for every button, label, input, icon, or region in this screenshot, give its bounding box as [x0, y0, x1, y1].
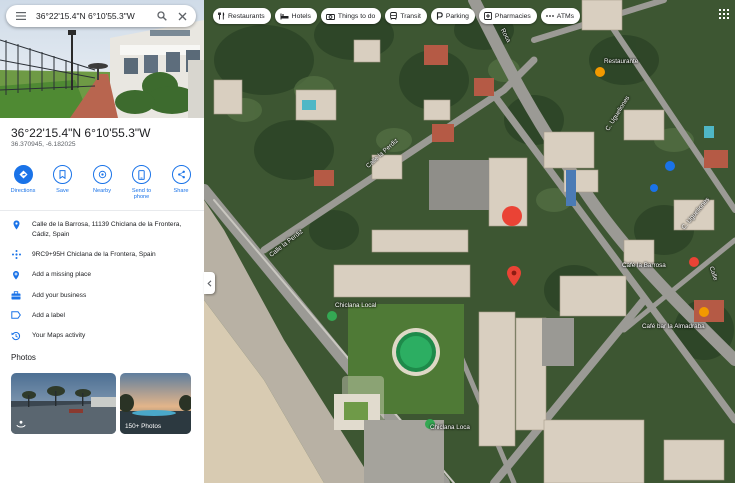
poi-label-restaurant: Restaurante — [604, 58, 639, 65]
add-location-icon — [0, 270, 32, 280]
atm-icon — [545, 14, 554, 18]
chip-atms-label: ATMs — [556, 12, 575, 20]
add-business-text: Add your business — [32, 292, 87, 299]
chip-transit-label: Transit — [400, 12, 421, 20]
search-input[interactable]: 36°22'15.4"N 6°10'55.3"W — [32, 11, 152, 21]
chip-parking-label: Parking — [445, 12, 469, 20]
directions-button[interactable]: Directions — [6, 165, 40, 201]
plus-code-text: 9RC9+95H Chiclana de la Frontera, Spain — [32, 251, 156, 258]
history-icon — [0, 331, 32, 341]
location-pin-icon — [0, 220, 32, 230]
share-label: Share — [173, 188, 189, 194]
send-to-phone-button[interactable]: Send to phone — [125, 165, 159, 201]
chip-hotels-label: Hotels — [291, 12, 311, 20]
selected-location-pin[interactable] — [502, 206, 522, 226]
poi-label-chiclana-local: Chiclana Local — [335, 302, 377, 309]
nearby-button[interactable]: Nearby — [85, 165, 119, 201]
add-business-row[interactable]: Add your business — [0, 291, 204, 301]
address-text: Calle de la Barrosa, 11139 Chiclana de l… — [32, 221, 182, 238]
poi-label-cafe-barrosa: Café la Barrosa — [622, 262, 666, 269]
business-icon — [0, 291, 32, 300]
directions-icon — [13, 165, 33, 184]
chip-transit[interactable]: Transit — [385, 8, 427, 24]
chevron-left-icon — [207, 279, 212, 287]
chip-things-to-do-label: Things to do — [337, 12, 376, 20]
share-icon — [171, 165, 191, 184]
plus-code-row[interactable]: 9RC9+95H Chiclana de la Frontera, Spain — [0, 250, 204, 260]
share-button[interactable]: Share — [164, 165, 198, 201]
chip-atms[interactable]: ATMs — [540, 8, 581, 24]
nearby-label: Nearby — [92, 188, 112, 194]
close-icon[interactable] — [172, 6, 192, 26]
transit-icon — [390, 12, 398, 20]
parking-icon — [436, 12, 443, 20]
apps-grid-icon[interactable] — [719, 6, 731, 19]
search-icon[interactable] — [152, 6, 172, 26]
address-row[interactable]: Calle de la Barrosa, 11139 Chiclana de l… — [0, 220, 204, 239]
label-icon — [0, 311, 32, 319]
photo-count-badge: 150+ Photos — [125, 423, 162, 430]
menu-icon[interactable] — [10, 5, 32, 27]
photo-more[interactable]: 150+ Photos — [120, 373, 191, 434]
poi-label-bottom: Chiclana Loca — [430, 424, 470, 431]
chip-parking[interactable]: Parking — [430, 8, 475, 24]
restaurant-icon — [218, 12, 225, 20]
phone-icon — [132, 165, 151, 184]
maps-activity-row[interactable]: Your Maps activity — [0, 331, 204, 341]
directions-label: Directions — [10, 188, 36, 194]
plus-code-icon — [0, 250, 32, 259]
maps-window: 36°22'15.4"N 6°10'55.3"W 36°22'15.4"N 6°… — [0, 0, 735, 483]
search-box[interactable]: 36°22'15.4"N 6°10'55.3"W — [6, 5, 196, 27]
send-to-phone-label: Send to phone — [131, 188, 152, 201]
chip-things-to-do[interactable]: Things to do — [320, 8, 382, 24]
chip-hotels[interactable]: Hotels — [274, 8, 317, 24]
poi-label-cafe-almadraba: Café bar la Almadraba — [642, 323, 705, 330]
photo-street-view[interactable] — [11, 373, 116, 434]
save-label: Save — [56, 188, 69, 194]
street-view-icon — [16, 420, 26, 430]
place-panel: 36°22'15.4"N 6°10'55.3"W 36°22'15.4"N 6°… — [0, 0, 204, 483]
add-missing-place-text: Add a missing place — [32, 271, 92, 278]
collapse-panel-button[interactable] — [204, 272, 215, 294]
divider — [0, 210, 204, 211]
save-button[interactable]: Save — [46, 165, 80, 201]
chip-restaurants[interactable]: Restaurants — [213, 8, 271, 24]
pharmacy-icon — [483, 12, 492, 20]
action-buttons: Directions Save Nearby Send to phone Sha… — [6, 165, 198, 201]
maps-activity-text: Your Maps activity — [32, 332, 86, 339]
bookmark-icon — [53, 165, 72, 184]
photos-heading: Photos — [11, 353, 36, 362]
chip-restaurants-label: Restaurants — [228, 12, 265, 20]
add-label-text: Add a label — [32, 312, 65, 319]
camera-icon — [325, 13, 335, 20]
category-chips: Restaurants Hotels Things to do Transit … — [213, 8, 581, 24]
place-title: 36°22'15.4"N 6°10'55.3"W — [11, 126, 151, 140]
hotel-icon — [280, 13, 289, 20]
chip-pharmacies-label: Pharmacies — [494, 12, 531, 20]
nearby-icon — [92, 165, 112, 184]
chip-pharmacies[interactable]: Pharmacies — [478, 8, 537, 24]
add-label-row[interactable]: Add a label — [0, 311, 204, 321]
add-missing-place-row[interactable]: Add a missing place — [0, 270, 204, 280]
place-coordinates: 36.370945, -6.182025 — [11, 141, 76, 148]
